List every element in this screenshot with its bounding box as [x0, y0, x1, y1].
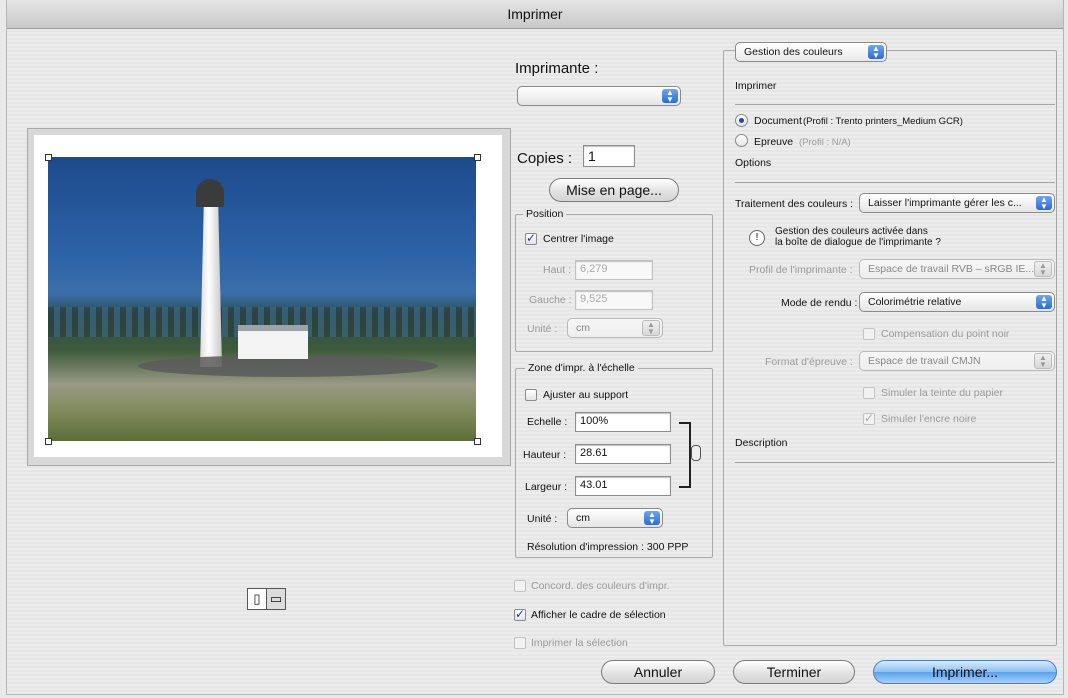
width-input[interactable]: 43.01: [575, 476, 671, 496]
done-button[interactable]: Terminer: [733, 660, 855, 684]
top-input[interactable]: 6,279: [575, 260, 653, 280]
popup-arrows-icon: ▲ ▼: [868, 45, 884, 60]
portrait-icon[interactable]: ▯: [247, 588, 267, 610]
copies-input[interactable]: 1: [583, 145, 635, 167]
popup-arrows-icon: ▲ ▼: [1034, 353, 1052, 369]
proof-radio[interactable]: [735, 134, 748, 147]
bbox-handle-tl[interactable]: [45, 154, 52, 161]
proof-label: Epreuve: [754, 136, 794, 148]
orientation-buttons: ▯ ▭: [247, 588, 287, 610]
warning-line-2: la boîte de dialogue de l'imprimante ?: [775, 237, 941, 248]
printer-label: Imprimante :: [515, 60, 599, 77]
divider: [735, 104, 1055, 105]
bbox-handle-tr[interactable]: [474, 154, 481, 161]
left-input[interactable]: 9,525: [575, 290, 653, 310]
fit-media-label: Ajuster au support: [543, 389, 629, 401]
document-radio[interactable]: [735, 114, 748, 127]
rendering-intent-label: Mode de rendu :: [781, 297, 858, 309]
preview-image-lighthouse[interactable]: [48, 157, 476, 441]
proof-setup-label: Format d'épreuve :: [765, 356, 853, 368]
panel-mode-select[interactable]: Gestion des couleurs ▲ ▼: [735, 42, 887, 62]
scale-unit-value: cm: [576, 512, 590, 524]
print-button[interactable]: Imprimer...: [873, 660, 1057, 684]
divider: [735, 182, 1055, 183]
scale-title: Zone d'impr. à l'échelle: [525, 362, 638, 374]
print-selection-checkbox[interactable]: [514, 637, 526, 649]
popup-arrows-icon: ▲ ▼: [662, 89, 678, 104]
printer-select[interactable]: ▲ ▼: [517, 86, 681, 106]
black-point-checkbox[interactable]: [863, 328, 875, 340]
print-resolution: Résolution d'impression : 300 PPP: [527, 541, 689, 553]
copies-label: Copies :: [517, 150, 573, 167]
popup-arrows-icon: ▲ ▼: [644, 511, 660, 526]
popup-arrows-icon: ▲ ▼: [1034, 261, 1052, 277]
proof-setup-select[interactable]: Espace de travail CMJN ▲ ▼: [859, 351, 1055, 371]
preview-paper: [34, 135, 502, 457]
center-image-checkbox[interactable]: ✓: [525, 232, 537, 245]
bbox-handle-br[interactable]: [474, 438, 481, 445]
print-dialog: Imprimer ▯ ▭ Imprimante : ▲ ▼ Copies : 1 …: [6, 0, 1064, 695]
match-colors-label: Concord. des couleurs d'impr.: [531, 580, 670, 592]
simulate-paper-checkbox[interactable]: [863, 387, 875, 399]
width-label: Largeur :: [525, 481, 568, 493]
color-handling-value: Laisser l'imprimante gérer les c...: [868, 197, 1022, 209]
popup-arrows-icon: ▲ ▼: [1036, 196, 1052, 211]
position-unit-label: Unité :: [527, 323, 558, 335]
link-icon[interactable]: [691, 445, 701, 461]
show-bbox-label: Afficher le cadre de sélection: [531, 609, 666, 621]
show-bbox-checkbox[interactable]: ✓: [514, 608, 526, 621]
options-section-header: Options: [735, 157, 772, 169]
popup-arrows-icon: ▲ ▼: [642, 320, 660, 336]
height-input[interactable]: 28.61: [575, 444, 671, 464]
panel-mode-value: Gestion des couleurs: [744, 46, 843, 58]
page-setup-button[interactable]: Mise en page...: [549, 178, 679, 202]
print-section-header: Imprimer: [735, 80, 777, 92]
landscape-icon[interactable]: ▭: [266, 588, 286, 610]
printer-profile-select[interactable]: Espace de travail RVB – sRGB IE... ▲ ▼: [859, 259, 1055, 279]
position-title: Position: [523, 208, 567, 220]
left-label: Gauche :: [529, 294, 572, 306]
warning-line-1: Gestion des couleurs activée dans: [775, 226, 928, 237]
fit-media-checkbox[interactable]: [525, 389, 537, 401]
simulate-ink-label: Simuler l'encre noire: [881, 413, 977, 425]
printer-profile-label: Profil de l'imprimante :: [749, 264, 853, 276]
scale-unit-select[interactable]: cm ▲ ▼: [567, 508, 663, 528]
house-shape: [238, 325, 308, 359]
proportion-bracket: [679, 422, 691, 488]
bbox-handle-bl[interactable]: [45, 438, 52, 445]
document-label: Document: [754, 115, 802, 127]
height-label: Hauteur :: [523, 449, 567, 461]
popup-arrows-icon: ▲ ▼: [1036, 295, 1052, 310]
match-colors-checkbox[interactable]: [514, 580, 526, 592]
lighthouse-lamp-shape: [196, 179, 224, 207]
warning-icon: !: [749, 230, 765, 246]
position-unit-select[interactable]: cm ▲ ▼: [567, 318, 663, 338]
rendering-intent-select[interactable]: Colorimétrie relative ▲ ▼: [859, 292, 1055, 312]
title-bar[interactable]: Imprimer: [7, 0, 1063, 29]
proof-setup-value: Espace de travail CMJN: [868, 355, 981, 367]
scale-unit-label: Unité :: [527, 513, 558, 525]
center-image-label: Centrer l'image: [543, 233, 614, 245]
scale-label: Echelle :: [527, 416, 568, 428]
proof-profile: (Profil : N/A): [799, 137, 851, 148]
print-preview: [27, 128, 511, 466]
position-unit-value: cm: [576, 322, 590, 334]
print-selection-label: Imprimer la sélection: [531, 637, 628, 649]
document-profile: (Profil : Trento printers_Medium GCR): [803, 116, 963, 127]
description-header: Description: [735, 437, 788, 449]
top-label: Haut :: [543, 264, 572, 276]
divider: [735, 462, 1055, 463]
color-handling-label: Traitement des couleurs :: [735, 198, 854, 210]
scale-input[interactable]: 100%: [575, 412, 671, 432]
cancel-button[interactable]: Annuler: [601, 660, 715, 684]
black-point-label: Compensation du point noir: [881, 328, 1010, 340]
rendering-intent-value: Colorimétrie relative: [868, 296, 962, 308]
printer-profile-value: Espace de travail RVB – sRGB IE...: [868, 263, 1035, 275]
color-handling-select[interactable]: Laisser l'imprimante gérer les c... ▲ ▼: [859, 193, 1055, 213]
simulate-ink-checkbox[interactable]: ✓: [863, 412, 875, 425]
window-title: Imprimer: [507, 6, 563, 22]
simulate-paper-label: Simuler la teinte du papier: [881, 387, 1003, 399]
lighthouse-shape: [200, 197, 222, 367]
